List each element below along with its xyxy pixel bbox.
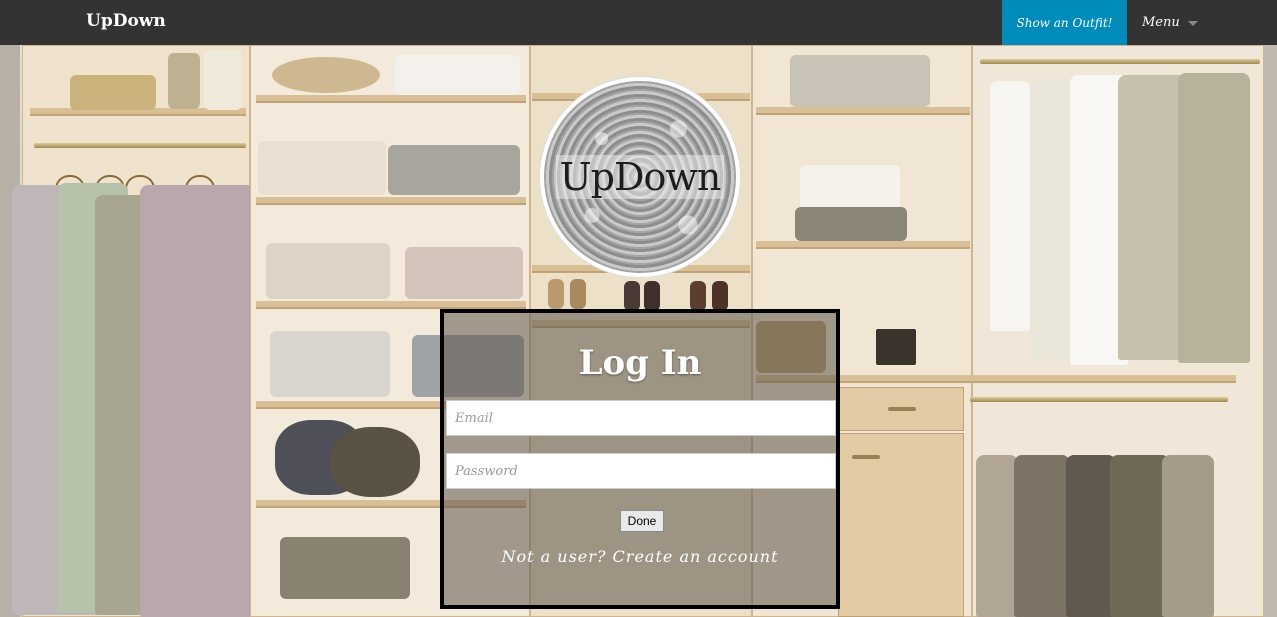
shoe — [624, 281, 640, 311]
shoe — [644, 281, 660, 311]
create-account-link[interactable]: Not a user? Create an account — [444, 547, 836, 566]
login-title: Log In — [578, 343, 702, 383]
closet-shelf — [256, 301, 526, 309]
brand-link[interactable]: UpDown — [86, 11, 166, 31]
shirt — [1030, 79, 1072, 359]
hat — [272, 57, 380, 93]
closet-rod — [980, 59, 1260, 64]
shoe — [570, 279, 586, 309]
logo-text: UpDown — [555, 155, 725, 199]
trousers — [976, 455, 1018, 617]
show-outfit-button[interactable]: Show an Outfit! — [1002, 0, 1127, 45]
email-input[interactable] — [446, 400, 836, 436]
folded-clothes — [270, 331, 390, 397]
shoe — [690, 281, 706, 311]
closet-shelf — [756, 241, 970, 249]
drawer-handle — [888, 407, 916, 411]
shirt — [1178, 73, 1250, 363]
shoe — [712, 281, 728, 311]
shoe — [548, 279, 564, 309]
vase — [168, 53, 200, 109]
login-form: Log In Done Not a user? Create an accoun… — [440, 309, 840, 609]
vase — [204, 50, 242, 110]
closet-rod — [34, 143, 246, 148]
closet-rod — [970, 397, 1228, 402]
folded-clothes — [258, 141, 386, 195]
drawer — [838, 433, 964, 617]
trousers — [1066, 455, 1116, 617]
menu-dropdown[interactable]: Menu — [1142, 0, 1198, 45]
top-navbar: UpDown Show an Outfit! Menu — [0, 0, 1277, 45]
hero-logo: UpDown — [540, 77, 740, 277]
done-button[interactable]: Done — [620, 510, 664, 532]
hat — [330, 427, 420, 497]
closet-shelf — [968, 375, 1236, 383]
folded-clothes — [388, 145, 520, 195]
folded-clothes — [405, 247, 523, 299]
closet-shelf — [256, 197, 526, 205]
folded-clothes — [280, 537, 410, 599]
closet-wall-right — [1263, 45, 1277, 617]
menu-label: Menu — [1142, 15, 1180, 30]
shirt — [990, 81, 1030, 331]
closet-shelf — [756, 107, 970, 115]
chevron-down-icon — [1187, 21, 1198, 26]
basket — [70, 75, 156, 110]
drawer-handle — [852, 455, 880, 459]
dress — [140, 185, 255, 617]
folded-towels — [795, 207, 907, 241]
closet-shelf — [256, 95, 526, 103]
folded-clothes — [790, 55, 930, 107]
trousers — [1110, 455, 1170, 617]
photo-frame — [876, 329, 916, 365]
trousers — [1014, 455, 1070, 617]
password-input[interactable] — [446, 453, 836, 489]
folded-clothes — [266, 243, 390, 299]
folded-clothes — [395, 55, 520, 95]
trousers — [1162, 455, 1214, 617]
